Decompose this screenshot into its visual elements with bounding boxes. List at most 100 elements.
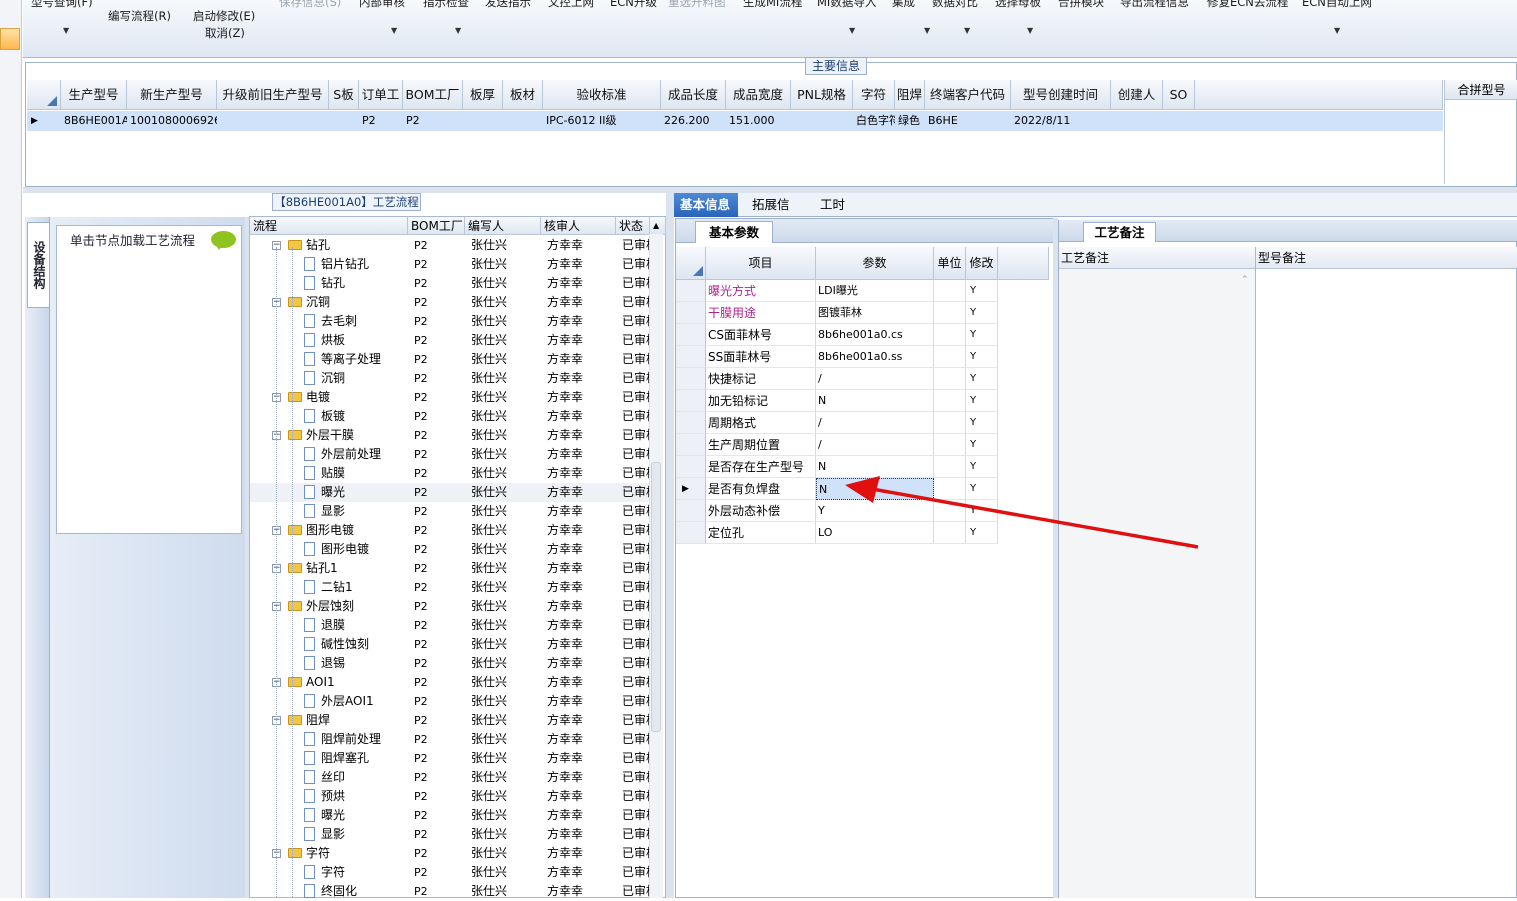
param-row[interactable]: SS面菲林号 8b6he001a0.ss Y — [676, 346, 1049, 368]
ribbon-item-18[interactable]: 修复ECN丢流程 — [1207, 0, 1288, 10]
tree-row[interactable]: −外层干膜P2张仕兴方幸幸已审核 — [250, 426, 650, 445]
param-modify-cell[interactable]: Y — [966, 434, 998, 456]
param-row[interactable]: 周期格式 / Y — [676, 412, 1049, 434]
param-row[interactable]: CS面菲林号 8b6he001a0.cs Y — [676, 324, 1049, 346]
ribbon-item-15[interactable]: 选择母板 — [995, 0, 1041, 10]
tree-row[interactable]: −字符P2张仕兴方幸幸已审核 — [250, 844, 650, 863]
tree-node[interactable]: 阻焊前处理 — [304, 730, 406, 749]
tree-row[interactable]: 钻孔 P2 张仕兴 方幸幸 已审核 — [250, 274, 650, 293]
main-row-cell-6[interactable] — [463, 111, 503, 131]
ribbon-item-8[interactable]: 文控上网 — [548, 0, 594, 10]
tree-row[interactable]: 二钻1 P2 张仕兴 方幸幸 已审核 — [250, 578, 650, 597]
main-row-cell-2[interactable] — [217, 111, 329, 131]
param-value-cell[interactable]: N — [816, 390, 934, 412]
param-row[interactable]: 生产周期位置 / Y — [676, 434, 1049, 456]
main-row-cell-3[interactable] — [329, 111, 359, 131]
tree-row[interactable]: 碱性蚀刻 P2 张仕兴 方幸幸 已审核 — [250, 635, 650, 654]
device-structure-tab[interactable]: 设备结构 — [27, 222, 49, 308]
column-header-2[interactable]: 升级前旧生产型号 — [217, 80, 329, 110]
tree-node[interactable]: AOI1 — [288, 673, 406, 692]
tree-node[interactable]: 电镀 — [288, 388, 406, 407]
tree-row[interactable]: 曝光 P2 张仕兴 方幸幸 已审核 — [250, 483, 650, 502]
ribbon-item-5[interactable]: 内部审核 — [359, 0, 405, 10]
param-value-cell[interactable]: / — [816, 412, 934, 434]
param-row[interactable]: 干膜用途 图镀菲林 Y — [676, 302, 1049, 324]
param-unit-cell[interactable] — [934, 434, 966, 456]
tree-node[interactable]: 等离子处理 — [304, 350, 406, 369]
main-row-cell-14[interactable]: B6HE — [925, 111, 1011, 131]
main-row-cell-16[interactable] — [1111, 111, 1163, 131]
params-column-header-1[interactable]: 参数 — [816, 247, 934, 280]
param-modify-cell[interactable]: Y — [966, 522, 998, 544]
chevron-down-icon[interactable]: ▼ — [1027, 26, 1033, 35]
tree-row[interactable]: 等离子处理 P2 张仕兴 方幸幸 已审核 — [250, 350, 650, 369]
column-header-11[interactable]: PNL规格 — [791, 80, 853, 110]
tree-row[interactable]: −钻孔1P2张仕兴方幸幸已审核 — [250, 559, 650, 578]
tree-row[interactable]: 外层AOI1 P2 张仕兴 方幸幸 已审核 — [250, 692, 650, 711]
param-value-cell[interactable]: / — [816, 368, 934, 390]
chevron-down-icon[interactable]: ▼ — [63, 26, 69, 35]
tree-row[interactable]: 去毛刺 P2 张仕兴 方幸幸 已审核 — [250, 312, 650, 331]
param-value-cell[interactable]: LDI曝光 — [816, 280, 934, 302]
detail-tab-0[interactable]: 基本信息 — [674, 193, 738, 217]
tree-node[interactable]: 外层前处理 — [304, 445, 406, 464]
param-unit-cell[interactable] — [934, 280, 966, 302]
param-unit-cell[interactable] — [934, 522, 966, 544]
main-row-cell-1[interactable]: 10010800069264 — [127, 111, 217, 131]
column-header-6[interactable]: 板厚 — [463, 80, 503, 110]
tree-row[interactable]: 预烘 P2 张仕兴 方幸幸 已审核 — [250, 787, 650, 806]
tree-row[interactable]: 图形电镀 P2 张仕兴 方幸幸 已审核 — [250, 540, 650, 559]
column-header-12[interactable]: 字符 — [853, 80, 895, 110]
param-value-cell[interactable]: Y — [816, 500, 934, 522]
param-row[interactable]: 外层动态补偿 Y Y — [676, 500, 1049, 522]
column-header-13[interactable]: 阻焊 — [895, 80, 925, 110]
param-unit-cell[interactable] — [934, 324, 966, 346]
param-value-cell[interactable]: LO — [816, 522, 934, 544]
tree-row[interactable]: 字符 P2 张仕兴 方幸幸 已审核 — [250, 863, 650, 882]
tree-row[interactable]: −沉铜P2张仕兴方幸幸已审核 — [250, 293, 650, 312]
tree-node[interactable]: 阻焊塞孔 — [304, 749, 406, 768]
chevron-down-icon[interactable]: ▼ — [1334, 26, 1340, 35]
main-row-cell-7[interactable] — [503, 111, 543, 131]
tree-row[interactable]: 显影 P2 张仕兴 方幸幸 已审核 — [250, 502, 650, 521]
tree-node[interactable]: 图形电镀 — [304, 540, 406, 559]
param-value-cell[interactable]: 图镀菲林 — [816, 302, 934, 324]
tree-node[interactable]: 曝光 — [304, 483, 406, 502]
param-modify-cell[interactable]: Y — [966, 390, 998, 412]
param-modify-cell[interactable]: Y — [966, 302, 998, 324]
tree-column-header-4[interactable]: 状态 — [616, 217, 650, 235]
column-header-14[interactable]: 终端客户代码 — [925, 80, 1011, 110]
tree-node[interactable]: 退膜 — [304, 616, 406, 635]
tree-row[interactable]: 显影 P2 张仕兴 方幸幸 已审核 — [250, 825, 650, 844]
param-modify-cell[interactable]: Y — [966, 324, 998, 346]
ribbon-item-4[interactable]: 保存信息(S) — [279, 0, 341, 10]
param-unit-cell[interactable] — [934, 368, 966, 390]
param-unit-cell[interactable] — [934, 390, 966, 412]
tree-row[interactable]: 曝光 P2 张仕兴 方幸幸 已审核 — [250, 806, 650, 825]
ribbon-item-7[interactable]: 发送指示 — [485, 0, 531, 10]
param-value-cell[interactable]: N — [816, 478, 934, 500]
ribbon-item-19[interactable]: ECN自动上网 — [1302, 0, 1372, 10]
column-header-10[interactable]: 成品宽度 — [726, 80, 791, 110]
chevron-down-icon[interactable]: ▼ — [391, 26, 397, 35]
main-row-cell-10[interactable]: 151.000 — [726, 111, 791, 131]
process-notes-area[interactable] — [1059, 269, 1255, 898]
tree-node[interactable]: 烘板 — [304, 331, 406, 350]
param-modify-cell[interactable]: Y — [966, 368, 998, 390]
tree-node[interactable]: 沉铜 — [288, 293, 406, 312]
param-value-cell[interactable]: / — [816, 434, 934, 456]
tree-row[interactable]: 丝印 P2 张仕兴 方幸幸 已审核 — [250, 768, 650, 787]
tree-node[interactable]: 沉铜 — [304, 369, 406, 388]
params-column-header-0[interactable]: 项目 — [706, 247, 816, 280]
main-row-cell-13[interactable]: 绿色 — [895, 111, 925, 131]
chevron-down-icon[interactable]: ▼ — [455, 26, 461, 35]
column-header-4[interactable]: 订单工厂 — [359, 80, 403, 132]
ribbon-item-14[interactable]: 数据对比 — [932, 0, 978, 10]
main-row-cell-15[interactable]: 2022/8/11 — [1011, 111, 1111, 131]
param-row[interactable]: 是否存在生产型号 N Y — [676, 456, 1049, 478]
param-modify-cell[interactable]: Y — [966, 412, 998, 434]
tree-column-header-1[interactable]: BOM工厂 — [408, 217, 465, 235]
ribbon-item-13[interactable]: 集成 — [892, 0, 915, 10]
main-row-cell-8[interactable]: IPC-6012 II级 — [543, 111, 661, 131]
main-row-cell-12[interactable]: 白色字符 — [853, 111, 895, 131]
